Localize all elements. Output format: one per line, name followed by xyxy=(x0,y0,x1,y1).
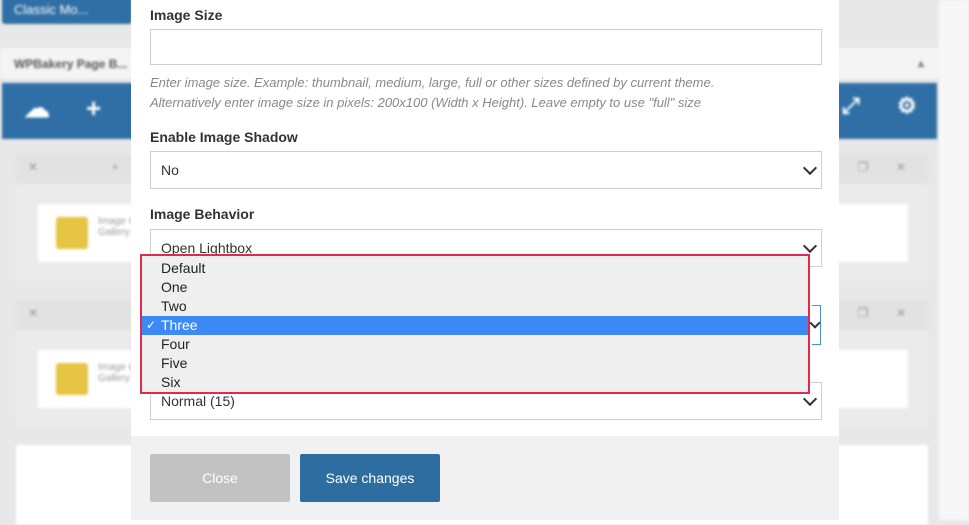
chevron-down-icon xyxy=(802,238,818,254)
gallery-element-icon xyxy=(56,363,88,395)
spacing-value: Normal (15) xyxy=(161,393,235,409)
option-label: Three xyxy=(161,317,198,333)
option-label: Two xyxy=(161,298,187,314)
dropdown-option-four[interactable]: Four xyxy=(142,335,808,354)
dropdown-option-five[interactable]: Five xyxy=(142,354,808,373)
dropdown-option-two[interactable]: Two xyxy=(142,297,808,316)
image-size-help-line2: Alternatively enter image size in pixels… xyxy=(150,95,702,110)
image-size-input[interactable] xyxy=(150,29,822,65)
image-size-help-line1: Enter image size. Example: thumbnail, me… xyxy=(150,75,715,90)
modal-footer: Close Save changes xyxy=(131,436,839,520)
collapse-icon: ▴ xyxy=(917,56,924,70)
cloud-icon: ☁ xyxy=(24,93,50,123)
classic-mode-button: Classic Mo... xyxy=(2,0,132,24)
add-column-icon: + xyxy=(111,160,119,174)
delete-icon: ✕ xyxy=(895,160,907,174)
chevron-down-icon xyxy=(802,160,818,176)
save-changes-button[interactable]: Save changes xyxy=(300,454,440,502)
dropdown-option-three[interactable]: ✓ Three xyxy=(142,316,808,335)
settings-icon: ⚙ xyxy=(897,93,917,118)
gallery-element-icon xyxy=(56,217,88,249)
option-label: Five xyxy=(161,355,188,371)
chevron-down-icon xyxy=(802,391,818,407)
copy-icon: ❐ xyxy=(857,160,869,174)
classic-mode-label: Classic Mo... xyxy=(14,1,89,17)
checkmark-icon: ✓ xyxy=(146,318,157,332)
columns-dropdown-list: Default One Two ✓ Three Four Five Six xyxy=(140,254,810,394)
option-label: One xyxy=(161,279,188,295)
image-size-label: Image Size xyxy=(150,7,223,23)
fullscreen-icon: ⤢ xyxy=(842,93,860,118)
drag-icon: ✕ xyxy=(27,160,39,174)
right-sidebar xyxy=(939,0,969,520)
close-button[interactable]: Close xyxy=(150,454,290,502)
drag-icon: ✕ xyxy=(27,306,39,320)
dropdown-option-default[interactable]: Default xyxy=(142,259,808,278)
copy-icon: ❐ xyxy=(857,306,869,320)
dropdown-option-one[interactable]: One xyxy=(142,278,808,297)
option-label: Default xyxy=(161,260,206,276)
panel-title-text: WPBakery Page B... xyxy=(14,56,128,71)
option-label: Six xyxy=(161,374,181,390)
image-size-help: Enter image size. Example: thumbnail, me… xyxy=(150,73,830,113)
option-label: Four xyxy=(161,336,190,352)
image-shadow-select[interactable]: No xyxy=(150,151,822,189)
delete-icon: ✕ xyxy=(895,306,907,320)
image-shadow-label: Enable Image Shadow xyxy=(150,129,298,145)
image-shadow-value: No xyxy=(161,162,179,178)
add-element-icon: + xyxy=(86,93,102,123)
image-behavior-label: Image Behavior xyxy=(150,206,255,222)
dropdown-option-six[interactable]: Six xyxy=(142,373,808,392)
